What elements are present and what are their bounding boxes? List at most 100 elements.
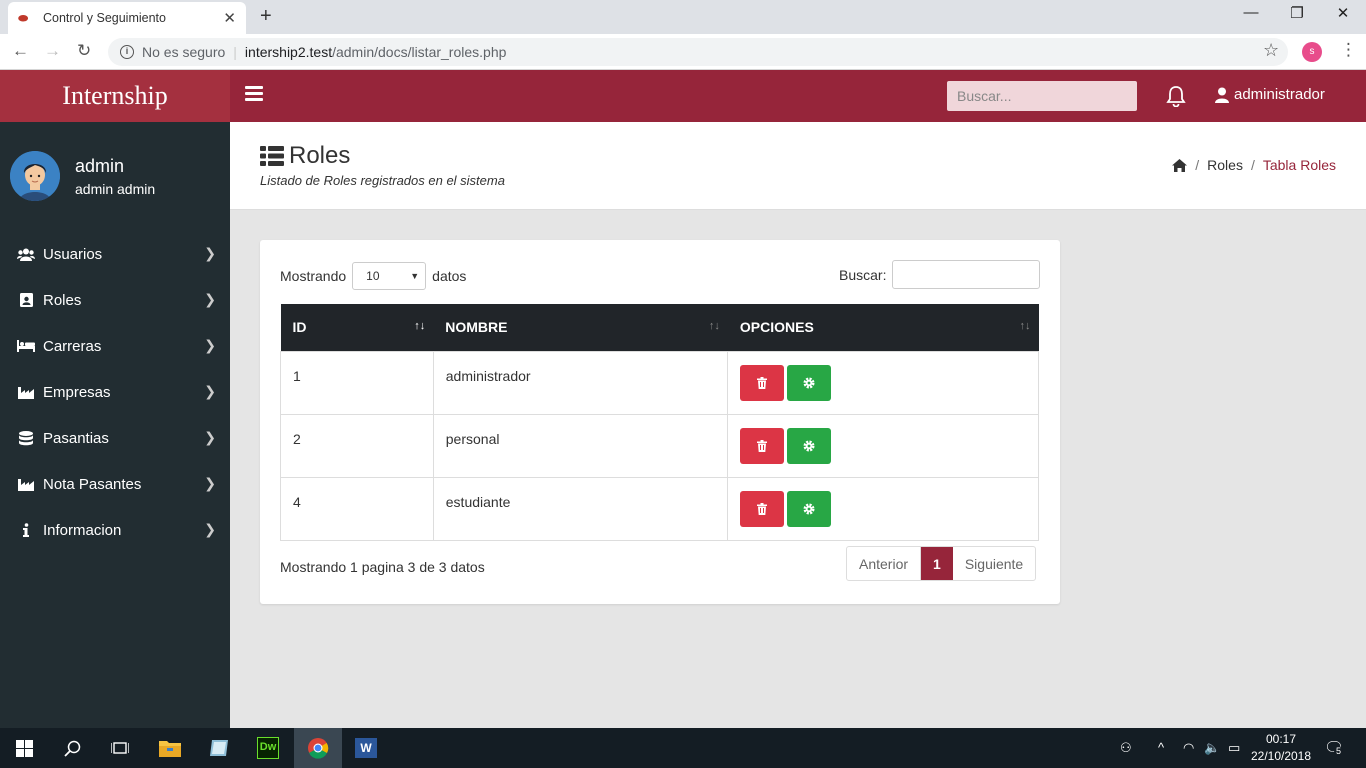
- gear-icon: [803, 440, 815, 451]
- sidebar-item-label: Roles: [43, 291, 82, 309]
- cell-opciones: [727, 350, 1039, 415]
- cell-nombre: administrador: [432, 350, 729, 415]
- sidebar-item-nota-pasantes[interactable]: Nota Pasantes ❯: [0, 461, 230, 507]
- breadcrumb-roles[interactable]: Roles: [1207, 157, 1243, 173]
- notification-center-icon[interactable]: 🗨5: [1324, 738, 1344, 758]
- breadcrumb-separator: /: [1195, 157, 1200, 173]
- navbar-search-input[interactable]: [957, 88, 1138, 104]
- settings-button[interactable]: [787, 364, 832, 401]
- url-field[interactable]: i No es seguro | intership2.test /admin/…: [108, 38, 1288, 66]
- page-subtitle: Listado de Roles registrados en el siste…: [260, 173, 505, 188]
- word-label: W: [355, 738, 377, 758]
- pagination-prev[interactable]: Anterior: [847, 547, 922, 580]
- chevron-right-icon: ❯: [204, 429, 216, 445]
- sidebar-item-roles[interactable]: Roles ❯: [0, 277, 230, 323]
- clock-time: 00:17: [1265, 732, 1297, 746]
- sidebar-item-label: Nota Pasantes: [43, 475, 142, 493]
- brand-logo[interactable]: Internship: [0, 70, 230, 122]
- settings-button[interactable]: [787, 490, 832, 527]
- word-icon[interactable]: W: [342, 728, 390, 768]
- wifi-icon[interactable]: ◠: [1183, 740, 1194, 756]
- browser-tab[interactable]: ⬬ Control y Seguimiento ✕: [8, 2, 246, 34]
- breadcrumb-separator: /: [1250, 157, 1255, 173]
- dreamweaver-icon[interactable]: Dw: [244, 728, 292, 768]
- page-length-select[interactable]: 10 ▼: [352, 262, 427, 290]
- length-prefix: Mostrando: [280, 268, 347, 284]
- info-icon[interactable]: i: [120, 45, 134, 59]
- page-length-value: 10: [366, 269, 380, 283]
- url-path: /admin/docs/listar_roles.php: [332, 44, 507, 60]
- top-navbar: administrador: [230, 70, 1366, 122]
- volume-icon[interactable]: 🔈: [1204, 740, 1220, 756]
- table-search-input[interactable]: [892, 260, 1041, 289]
- settings-button[interactable]: [787, 427, 832, 464]
- task-view-icon[interactable]: [96, 728, 144, 768]
- pagination-page[interactable]: 1: [921, 547, 953, 580]
- bell-icon[interactable]: [1166, 85, 1186, 107]
- sidebar-item-usuarios[interactable]: Usuarios ❯: [0, 231, 230, 277]
- search-icon[interactable]: [48, 728, 96, 768]
- sidebar-menu: Usuarios ❯ Roles ❯ Carreras ❯ Empresas ❯: [0, 231, 230, 553]
- bookmark-star-icon[interactable]: ☆: [1263, 40, 1279, 61]
- tab-close-icon[interactable]: ✕: [223, 9, 236, 27]
- pagination: Anterior 1 Siguiente: [846, 546, 1037, 581]
- cell-nombre: estudiante: [432, 476, 729, 541]
- sidebar-toggle-icon[interactable]: [245, 86, 263, 104]
- file-explorer-icon[interactable]: [146, 728, 194, 768]
- pagination-next[interactable]: Siguiente: [953, 547, 1035, 580]
- column-header-id[interactable]: ID ↑↓: [280, 304, 434, 351]
- edge-like-icon[interactable]: [195, 728, 243, 768]
- sidebar-item-label: Informacion: [43, 521, 122, 539]
- chevron-up-icon[interactable]: ^: [1158, 740, 1164, 755]
- page-title: Roles: [260, 142, 350, 170]
- user-menu[interactable]: administrador: [1215, 86, 1325, 103]
- profile-avatar[interactable]: s: [1302, 42, 1322, 62]
- home-icon[interactable]: [1172, 158, 1188, 172]
- info-icon: [17, 523, 35, 537]
- back-button[interactable]: ←: [12, 41, 29, 61]
- reload-button[interactable]: ↻: [77, 41, 91, 61]
- trash-icon: [757, 376, 768, 389]
- sidebar-item-carreras[interactable]: Carreras ❯: [0, 323, 230, 369]
- battery-icon[interactable]: ▭: [1228, 740, 1240, 756]
- column-header-opciones[interactable]: OPCIONES ↑↓: [727, 304, 1039, 351]
- url-host: intership2.test: [244, 44, 333, 60]
- chrome-icon[interactable]: [294, 728, 342, 768]
- industry-icon: [17, 477, 35, 491]
- restore-button[interactable]: ❐: [1274, 4, 1320, 22]
- user-icon: [1215, 87, 1229, 103]
- table-filter: Buscar:: [839, 260, 1041, 289]
- minimize-button[interactable]: —: [1228, 4, 1274, 21]
- roles-card: Mostrando 10 ▼ datos Buscar: ID ↑↓ NOMBRE…: [260, 240, 1060, 604]
- column-header-nombre[interactable]: NOMBRE ↑↓: [433, 304, 728, 351]
- forward-button[interactable]: →: [44, 41, 61, 61]
- table-row: 2 personal: [280, 413, 1039, 478]
- chevron-right-icon: ❯: [204, 291, 216, 307]
- sort-icon: ↑↓: [1019, 320, 1031, 332]
- cell-opciones: [727, 413, 1039, 478]
- length-suffix: datos: [432, 268, 467, 284]
- chevron-right-icon: ❯: [204, 383, 216, 399]
- delete-button[interactable]: [740, 427, 785, 464]
- sidebar-user-fullname: admin admin: [75, 180, 156, 197]
- sort-icon: ↑↓: [708, 320, 720, 332]
- chevron-right-icon: ❯: [204, 245, 216, 261]
- user-panel: admin admin admin: [10, 151, 155, 201]
- url-separator: |: [233, 44, 237, 60]
- user-menu-label: administrador: [1234, 86, 1325, 103]
- taskbar-clock[interactable]: 00:17 22/10/2018: [1246, 731, 1316, 765]
- start-icon[interactable]: [0, 728, 48, 768]
- people-icon[interactable]: ⚇: [1120, 740, 1132, 756]
- delete-button[interactable]: [740, 364, 785, 401]
- avatar: [10, 151, 60, 201]
- new-tab-button[interactable]: +: [260, 5, 272, 28]
- sidebar-item-pasantias[interactable]: Pasantias ❯: [0, 415, 230, 461]
- security-label: No es seguro: [142, 44, 226, 60]
- delete-button[interactable]: [740, 490, 785, 527]
- sidebar-item-informacion[interactable]: Informacion ❯: [0, 507, 230, 553]
- trash-icon: [757, 502, 768, 515]
- close-window-button[interactable]: ✕: [1320, 4, 1366, 22]
- browser-menu-icon[interactable]: ⋮: [1340, 40, 1357, 60]
- sidebar-user-name: admin: [75, 155, 125, 176]
- sidebar-item-empresas[interactable]: Empresas ❯: [0, 369, 230, 415]
